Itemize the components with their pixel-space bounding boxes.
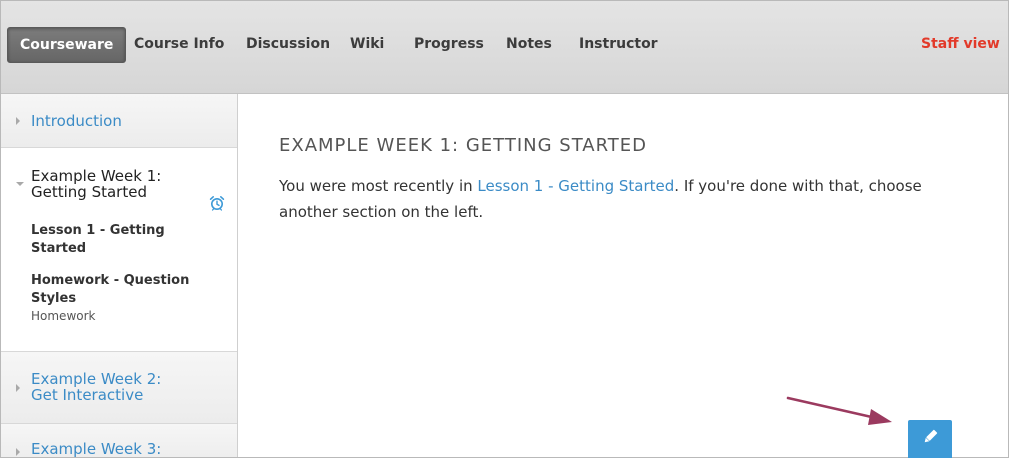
resume-lesson-link[interactable]: Lesson 1 - Getting Started [477,177,674,195]
chapter-title-line-1[interactable]: Example Week 1: [31,168,161,184]
pencil-icon [924,429,938,443]
tab-courseware[interactable]: Courseware [7,27,127,63]
chapter-title-line-1[interactable]: Example Week 2: [31,371,161,387]
section-title-line-1[interactable]: Homework - Question [31,272,191,290]
section-title-line-2[interactable]: Started [31,240,191,258]
tab-course-info[interactable]: Course Info [134,27,224,61]
tab-notes[interactable]: Notes [506,27,552,61]
section-title-line-1[interactable]: Lesson 1 - Getting [31,222,191,240]
chapter-title-line-1[interactable]: Example Week 3: [31,441,161,457]
tab-progress[interactable]: Progress [414,27,484,61]
chapter-title[interactable]: Introduction [31,113,122,129]
chapter-introduction[interactable]: Introduction [1,94,237,148]
resume-message: You were most recently in Lesson 1 - Get… [279,173,939,225]
app-window: Courseware Course Info Discussion Wiki P… [0,0,1009,458]
staff-view-link[interactable]: Staff view [921,27,1000,61]
course-nav: Courseware Course Info Discussion Wiki P… [1,1,1008,94]
chevron-down-icon [16,182,24,186]
chapter-week-1: Example Week 1: Getting Started Lesson 1… [1,148,237,352]
chevron-right-icon [16,448,20,456]
courseware-content: EXAMPLE WEEK 1: GETTING STARTED You were… [238,94,1008,457]
chapter-title-line-2[interactable]: Get Interactive [31,387,143,403]
tab-discussion[interactable]: Discussion [246,27,330,61]
page-title: EXAMPLE WEEK 1: GETTING STARTED [279,135,648,156]
chevron-right-icon [16,384,20,392]
tab-wiki[interactable]: Wiki [350,27,384,61]
chapter-week-2[interactable]: Example Week 2: Get Interactive [1,352,237,424]
section-title-line-2[interactable]: Styles [31,290,191,308]
message-text: You were most recently in [279,177,478,195]
alarm-clock-icon [209,196,225,211]
section-subtitle: Homework [31,309,96,323]
chapter-title-line-2[interactable]: Getting Started [31,184,147,200]
course-sidebar: Introduction Example Week 1: Getting Sta… [1,94,238,457]
chevron-right-icon [16,117,20,125]
chapter-week-3[interactable]: Example Week 3: [1,424,237,457]
edit-button[interactable] [908,420,952,458]
tab-instructor[interactable]: Instructor [579,27,658,61]
